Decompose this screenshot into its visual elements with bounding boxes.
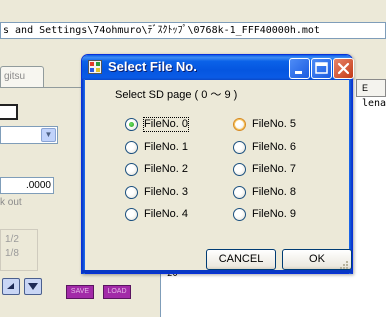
maximize-icon [315, 62, 328, 74]
load-button[interactable]: LOAD [103, 285, 131, 299]
maximize-button[interactable] [311, 58, 332, 79]
left-action-button-1[interactable] [2, 278, 20, 295]
counter-1: 1/2 [5, 234, 19, 245]
status-label: k out [0, 197, 22, 208]
close-button[interactable] [333, 58, 354, 79]
radio-fileno-3[interactable]: FileNo. 3 [125, 185, 215, 201]
tab-gitsu[interactable]: gitsu [0, 66, 44, 88]
radio-unchecked-icon[interactable] [233, 208, 246, 221]
minimize-button[interactable] [289, 58, 310, 79]
radio-fileno-5[interactable]: FileNo. 5 [233, 117, 323, 133]
radio-fileno-7[interactable]: FileNo. 7 [233, 162, 323, 178]
radio-label[interactable]: FileNo. 0 [142, 117, 190, 132]
left-action-button-2[interactable] [24, 278, 42, 295]
radio-unchecked-icon[interactable] [125, 163, 138, 176]
arrow-icon [7, 283, 14, 289]
close-icon [337, 62, 350, 75]
radio-fileno-8[interactable]: FileNo. 8 [233, 185, 323, 201]
radio-unchecked-icon[interactable] [125, 185, 138, 199]
radio-fileno-6[interactable]: FileNo. 6 [233, 140, 323, 156]
left-combo-box[interactable]: ▼ [0, 126, 58, 144]
cancel-button[interactable]: CANCEL [206, 249, 276, 270]
tab-strip: gitsu [0, 66, 44, 88]
file-path-field[interactable]: s and Settings\74ohmuro\ﾃﾞｽｸﾄｯﾌﾟ\0768k-1… [0, 22, 386, 39]
radio-label[interactable]: FileNo. 4 [144, 208, 188, 221]
dialog-body: Select SD page ( 0 ～ 9 ) FileNo. 0 FileNo… [85, 80, 352, 272]
select-prompt-label: Select SD page ( 0 ～ 9 ) [115, 89, 238, 101]
resize-grip-icon[interactable] [339, 260, 349, 270]
radio-label[interactable]: FileNo. 3 [144, 186, 188, 199]
numeric-value-field[interactable]: .0000 [0, 177, 54, 194]
radio-fileno-4[interactable]: FileNo. 4 [125, 207, 215, 223]
radio-fileno-1[interactable]: FileNo. 1 [125, 140, 215, 156]
extra-button[interactable]: E [356, 79, 386, 97]
radio-fileno-2[interactable]: FileNo. 2 [125, 162, 215, 178]
app-icon [88, 60, 102, 74]
radio-label[interactable]: FileNo. 9 [252, 208, 296, 221]
minimize-icon [295, 71, 302, 74]
radio-label[interactable]: FileNo. 8 [252, 186, 296, 199]
dialog-titlebar[interactable]: Select File No. [82, 55, 354, 80]
radio-unchecked-icon[interactable] [233, 118, 246, 131]
radio-unchecked-icon[interactable] [233, 163, 246, 176]
dialog-title: Select File No. [108, 59, 197, 74]
radio-label[interactable]: FileNo. 6 [252, 141, 296, 154]
save-button[interactable]: SAVE [66, 285, 94, 299]
radio-label[interactable]: FileNo. 2 [144, 163, 188, 176]
radio-unchecked-icon[interactable] [233, 140, 246, 154]
dropdown-arrow-icon[interactable]: ▼ [41, 128, 56, 142]
down-triangle-icon [28, 283, 38, 290]
radio-fileno-0[interactable]: FileNo. 0 [125, 117, 215, 133]
left-indicator-box [0, 104, 18, 120]
radio-label[interactable]: FileNo. 5 [252, 118, 296, 131]
filename-column-header: lenam [362, 98, 386, 109]
counter-2: 1/8 [5, 248, 19, 259]
counter-group: 1/2 1/8 [0, 229, 38, 271]
radio-checked-icon[interactable] [125, 118, 138, 131]
radio-fileno-9[interactable]: FileNo. 9 [233, 207, 323, 223]
radio-unchecked-icon[interactable] [233, 185, 246, 199]
radio-label[interactable]: FileNo. 7 [252, 163, 296, 176]
radio-label[interactable]: FileNo. 1 [144, 141, 188, 154]
radio-unchecked-icon[interactable] [125, 208, 138, 221]
radio-unchecked-icon[interactable] [125, 140, 138, 154]
select-file-dialog: Select File No. Select SD page ( 0 ～ 9 )… [81, 54, 354, 274]
